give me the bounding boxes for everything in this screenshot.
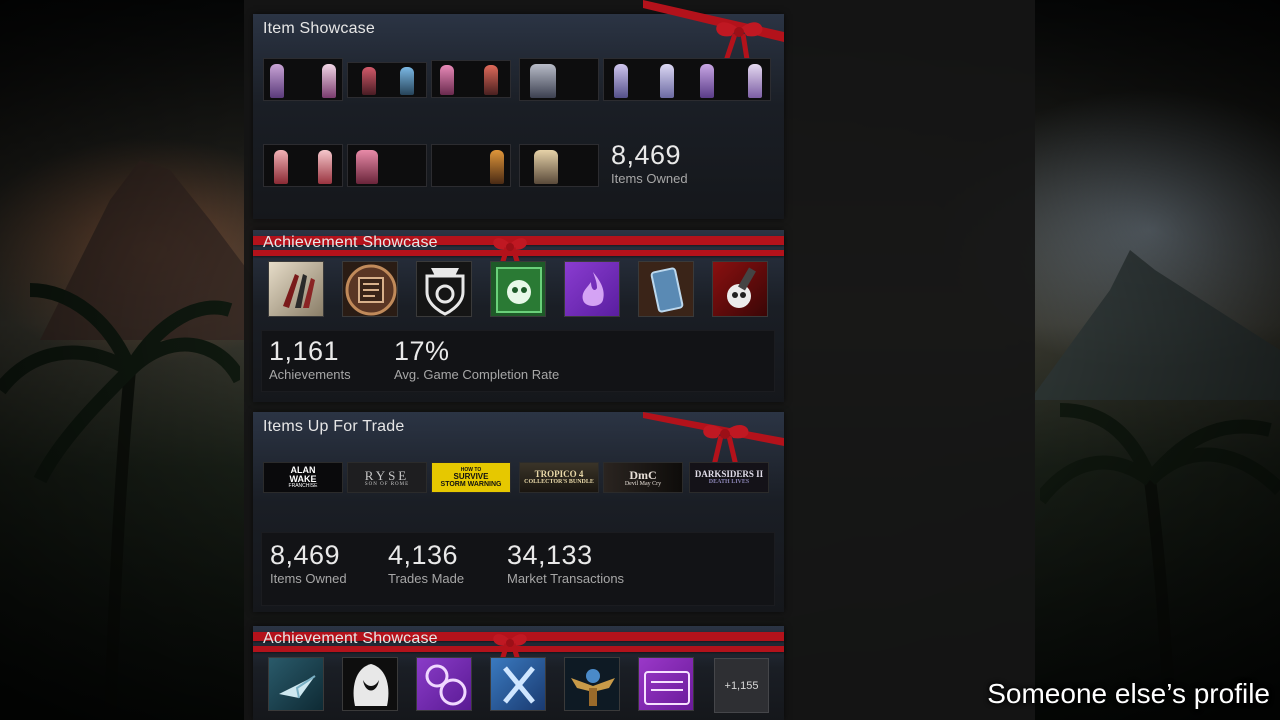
game-dmc[interactable]: DmC Devil May Cry	[603, 462, 683, 493]
rings-icon[interactable]	[416, 657, 472, 711]
trades-made-label: Trades Made	[388, 571, 465, 586]
item-thumb-6[interactable]	[263, 144, 343, 187]
caption-text: Someone else’s profile	[987, 678, 1270, 709]
game-line: DARKSIDERS II	[694, 469, 764, 479]
palm-tree-left	[0, 283, 240, 720]
achievement-showcase-panel-2: Achievement Showcase +1,155	[253, 626, 784, 720]
achievement-showcase-title: Achievement Showcase	[263, 630, 438, 647]
game-line: SURVIVE	[453, 471, 489, 481]
achievement-showcase-title: Achievement Showcase	[263, 234, 438, 251]
achievements-label: Achievements	[269, 367, 351, 382]
game-ryse[interactable]: RYSE SON OF ROME	[347, 462, 427, 493]
item-thumb-5[interactable]	[603, 58, 771, 101]
market-transactions-value: 34,133	[507, 540, 593, 570]
game-line: Devil May Cry	[624, 480, 662, 487]
game-tropico-4[interactable]: TROPICO 4 COLLECTOR'S BUNDLE	[519, 462, 599, 493]
game-line: RYSE	[364, 467, 410, 483]
item-thumb-3[interactable]	[431, 60, 511, 98]
item-thumb-9[interactable]	[519, 144, 599, 187]
shield-crest-icon[interactable]	[416, 261, 472, 317]
market-transactions-stat: 34,133 Market Transactions	[507, 540, 624, 586]
mountain-right	[1030, 250, 1280, 400]
item-thumb-4[interactable]	[519, 58, 599, 101]
trade-items-owned-stat: 8,469 Items Owned	[270, 540, 347, 586]
item-thumb-1[interactable]	[263, 58, 343, 101]
trade-items-owned-label: Items Owned	[270, 571, 347, 586]
achievements-stat: 1,161 Achievements	[269, 336, 351, 382]
item-showcase-panel: Item Showcase 8,469 Items Owned	[253, 0, 784, 219]
achievements-value: 1,161	[269, 336, 340, 366]
items-for-trade-panel: Items Up For Trade ALAN WAKE FRANCHISE R…	[253, 412, 784, 612]
item-thumb-2[interactable]	[347, 62, 427, 98]
palm-tree-right	[1040, 403, 1280, 720]
book-icon[interactable]	[342, 261, 398, 317]
paper-plane-icon[interactable]	[268, 657, 324, 711]
game-line: STORM WARNING	[440, 480, 502, 488]
skull-hammer-icon[interactable]	[712, 261, 768, 317]
game-darksiders-2[interactable]: DARKSIDERS II DEATH LIVES	[689, 462, 769, 493]
bullets-icon[interactable]	[268, 261, 324, 317]
completion-rate-stat: 17% Avg. Game Completion Rate	[394, 336, 559, 382]
item-thumb-8[interactable]	[431, 144, 511, 187]
game-line: DEATH LIVES	[708, 479, 750, 485]
game-line: FRANCHISE	[288, 483, 318, 489]
winged-emblem-icon[interactable]	[564, 657, 620, 711]
trades-made-value: 4,136	[388, 540, 459, 570]
items-owned-label: Items Owned	[611, 171, 688, 186]
completion-rate-label: Avg. Game Completion Rate	[394, 367, 560, 382]
item-showcase-title: Item Showcase	[263, 20, 375, 37]
items-for-trade-title: Items Up For Trade	[263, 418, 405, 435]
genki-bowl-icon[interactable]	[638, 657, 694, 711]
game-line: TROPICO 4	[534, 469, 584, 479]
trade-items-owned-value: 8,469	[270, 540, 341, 570]
trades-made-stat: 4,136 Trades Made	[388, 540, 464, 586]
purple-flame-icon[interactable]	[564, 261, 620, 317]
hooded-figure-icon[interactable]	[342, 657, 398, 711]
market-transactions-label: Market Transactions	[507, 571, 625, 586]
completion-rate-value: 17%	[394, 336, 450, 366]
game-line: SON OF ROME	[364, 481, 410, 487]
blue-x-icon[interactable]	[490, 657, 546, 711]
game-line: COLLECTOR'S BUNDLE	[524, 479, 594, 485]
more-achievements-button[interactable]: +1,155	[714, 658, 769, 713]
items-owned-value: 8,469	[611, 140, 682, 170]
game-alan-wake[interactable]: ALAN WAKE FRANCHISE	[263, 462, 343, 493]
achievement-showcase-panel-1: Achievement Showcase 1,161 Achievements …	[253, 230, 784, 402]
blue-phone-icon[interactable]	[638, 261, 694, 317]
green-creature-icon[interactable]	[490, 261, 546, 317]
game-line: DmC	[629, 467, 657, 482]
game-how-to-survive[interactable]: HOW TO SURVIVE STORM WARNING	[431, 462, 511, 493]
item-thumb-7[interactable]	[347, 144, 427, 187]
items-owned-stat: 8,469 Items Owned	[611, 140, 688, 186]
